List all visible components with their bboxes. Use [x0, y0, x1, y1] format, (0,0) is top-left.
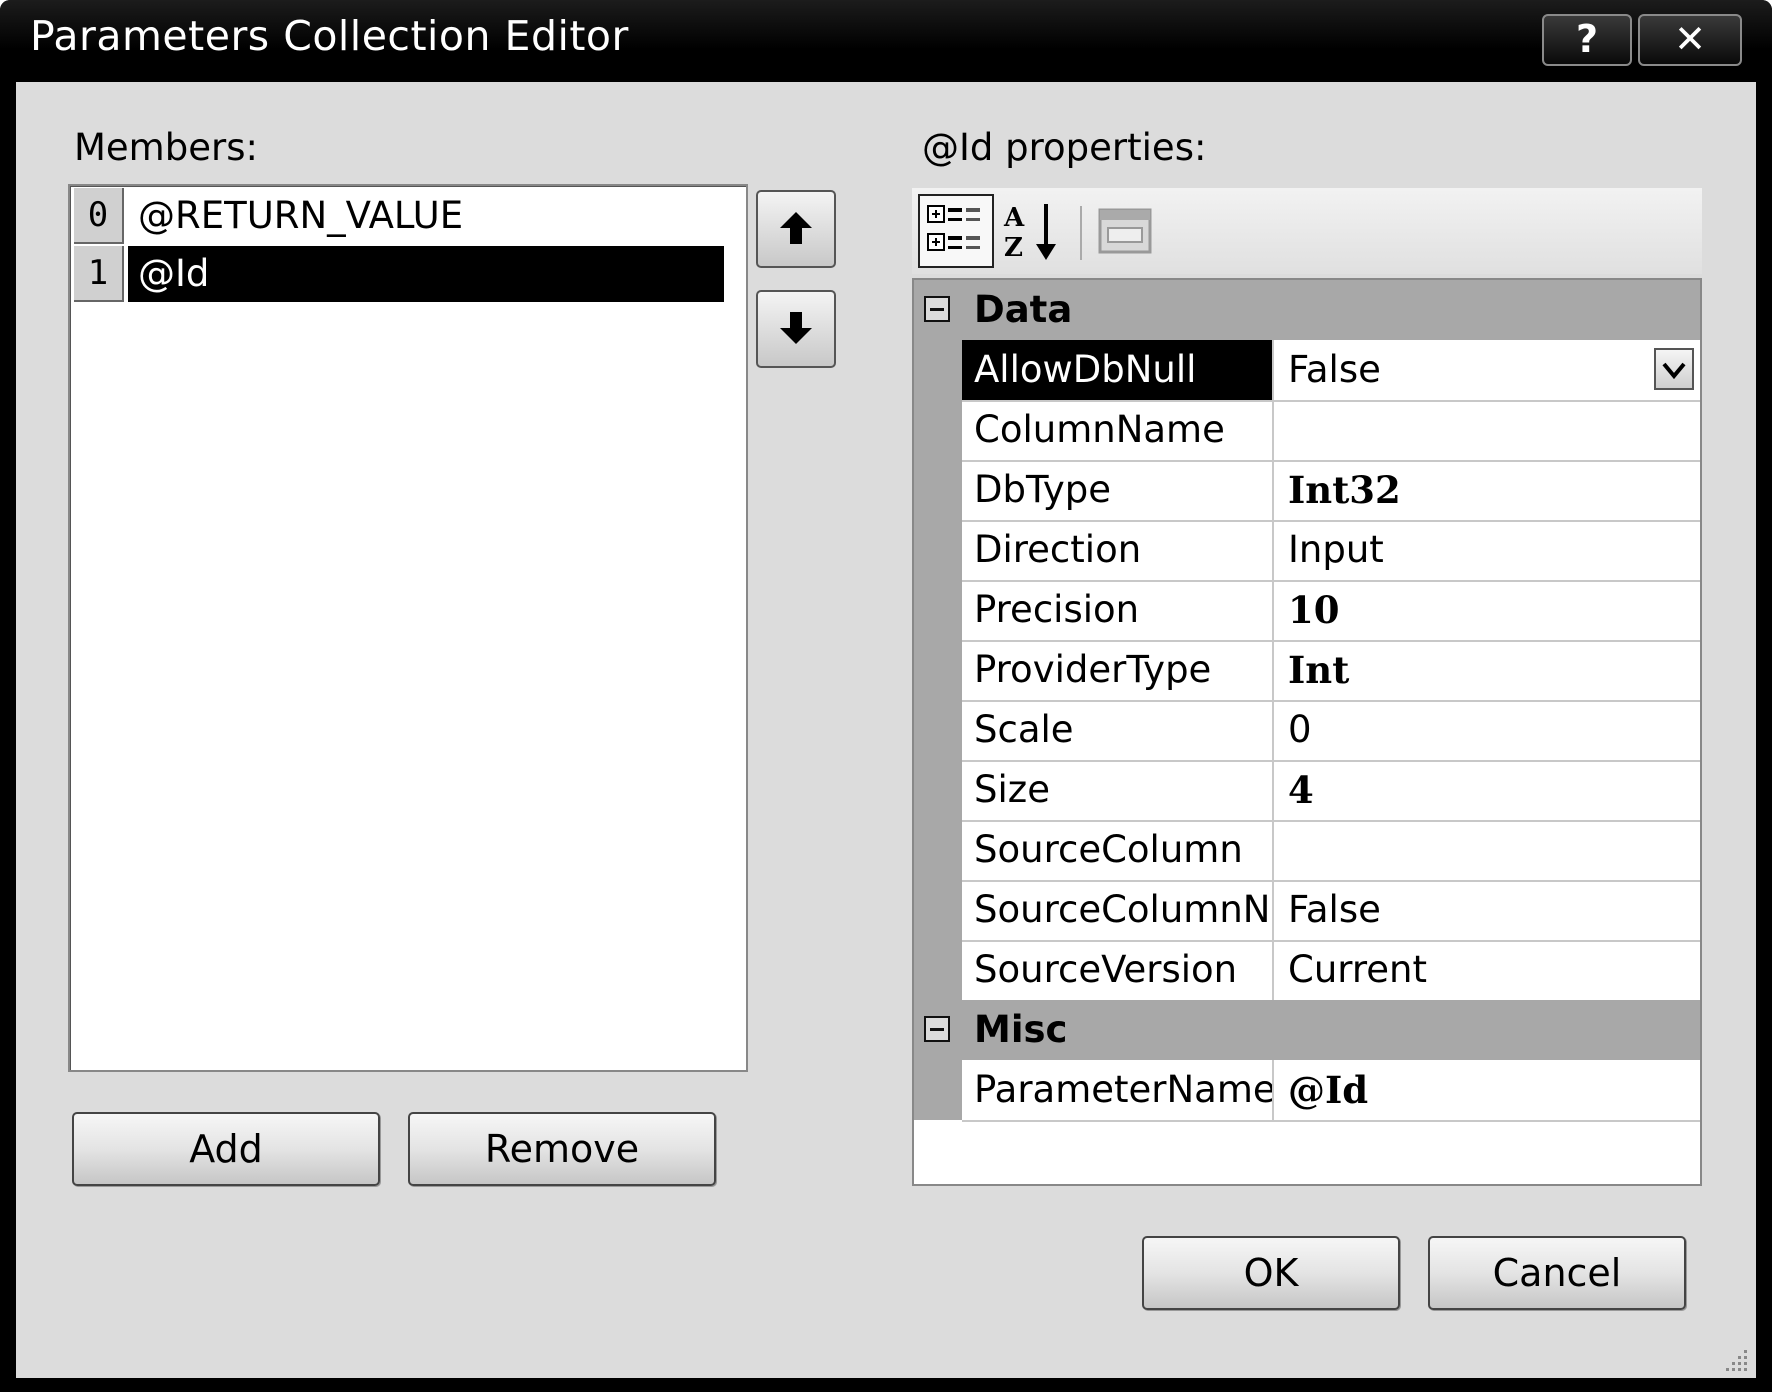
property-name: ParameterName [962, 1060, 1274, 1120]
property-pages-icon[interactable] [1094, 200, 1156, 262]
collapse-icon[interactable] [924, 296, 950, 322]
property-value[interactable]: 10 [1278, 580, 1698, 640]
property-row-sourcecolumn[interactable]: SourceColumn [962, 820, 1700, 882]
property-name: SourceColumnNull [962, 880, 1274, 940]
members-list[interactable]: 0 @RETURN_VALUE 1 @Id [68, 184, 748, 1072]
property-name: Precision [962, 580, 1274, 640]
svg-text:A: A [1003, 203, 1025, 233]
member-name: @Id [128, 246, 724, 302]
categorized-icon[interactable] [918, 194, 994, 268]
property-grid-toolbar: A Z [912, 188, 1702, 274]
property-name: AllowDbNull [962, 340, 1274, 400]
window-title: Parameters Collection Editor [30, 12, 629, 60]
remove-button[interactable]: Remove [408, 1112, 716, 1186]
property-row-scale[interactable]: Scale 0 [962, 700, 1700, 762]
cancel-button[interactable]: Cancel [1428, 1236, 1686, 1310]
property-row-parametername[interactable]: ParameterName @Id [962, 1060, 1700, 1122]
category-name: Data [974, 288, 1073, 331]
property-value[interactable]: @Id [1278, 1060, 1698, 1120]
property-value[interactable]: 4 [1278, 760, 1698, 820]
property-row-precision[interactable]: Precision 10 [962, 580, 1700, 642]
add-button[interactable]: Add [72, 1112, 380, 1186]
chevron-down-icon [1662, 362, 1686, 380]
property-row-sourcecolumnnull[interactable]: SourceColumnNull False [962, 880, 1700, 942]
property-row-size[interactable]: Size 4 [962, 760, 1700, 822]
property-value[interactable]: Int32 [1278, 460, 1698, 520]
category-misc[interactable]: Misc [914, 1000, 1700, 1060]
title-bar: Parameters Collection Editor ? ✕ [0, 0, 1772, 82]
member-index: 1 [74, 246, 124, 302]
ok-button[interactable]: OK [1142, 1236, 1400, 1310]
property-row-columnname[interactable]: ColumnName [962, 400, 1700, 462]
property-name: SourceColumn [962, 820, 1274, 880]
property-name: Scale [962, 700, 1274, 760]
property-name: SourceVersion [962, 940, 1274, 1000]
member-item-return-value[interactable]: 0 @RETURN_VALUE [74, 188, 726, 244]
property-name: Size [962, 760, 1274, 820]
property-row-direction[interactable]: Direction Input [962, 520, 1700, 582]
property-value[interactable] [1278, 820, 1698, 880]
property-value[interactable]: False [1278, 880, 1698, 940]
property-row-sourceversion[interactable]: SourceVersion Current [962, 940, 1700, 1002]
grid-margin [914, 280, 962, 1120]
category-data[interactable]: Data [914, 280, 1700, 340]
property-name: DbType [962, 460, 1274, 520]
arrow-down-icon [780, 312, 812, 344]
property-row-dbtype[interactable]: DbType Int32 [962, 460, 1700, 522]
close-button[interactable]: ✕ [1638, 14, 1742, 66]
members-label: Members: [74, 126, 258, 169]
dialog-client-area: Members: 0 @RETURN_VALUE 1 @Id Add Remov… [16, 82, 1756, 1378]
resize-grip-icon[interactable] [1724, 1346, 1750, 1372]
svg-text:Z: Z [1004, 233, 1023, 263]
dialog-window: Parameters Collection Editor ? ✕ Members… [0, 0, 1772, 1392]
toolbar-separator [1080, 206, 1082, 260]
property-name: Direction [962, 520, 1274, 580]
property-value[interactable]: Input [1278, 520, 1698, 580]
property-value[interactable]: Int [1278, 640, 1698, 700]
property-row-providertype[interactable]: ProviderType Int [962, 640, 1700, 702]
dropdown-button[interactable] [1654, 348, 1694, 390]
category-name: Misc [974, 1008, 1068, 1051]
properties-label: @Id properties: [922, 126, 1207, 169]
member-item-id[interactable]: 1 @Id [74, 246, 726, 302]
move-down-button[interactable] [756, 290, 836, 368]
member-index: 0 [74, 188, 124, 244]
property-value[interactable]: Current [1278, 940, 1698, 1000]
property-value[interactable]: 0 [1278, 700, 1698, 760]
help-button[interactable]: ? [1542, 14, 1632, 66]
property-name: ColumnName [962, 400, 1274, 460]
property-row-allowdbnull[interactable]: AllowDbNull False [962, 340, 1700, 402]
property-value[interactable]: False [1278, 340, 1698, 400]
alphabetical-icon[interactable]: A Z [1002, 196, 1062, 266]
arrow-up-icon [780, 212, 812, 244]
member-name: @RETURN_VALUE [138, 194, 464, 237]
property-grid: Data AllowDbNull False ColumnName DbType… [912, 278, 1702, 1186]
move-up-button[interactable] [756, 190, 836, 268]
property-value[interactable] [1278, 400, 1698, 460]
property-name: ProviderType [962, 640, 1274, 700]
collapse-icon[interactable] [924, 1016, 950, 1042]
